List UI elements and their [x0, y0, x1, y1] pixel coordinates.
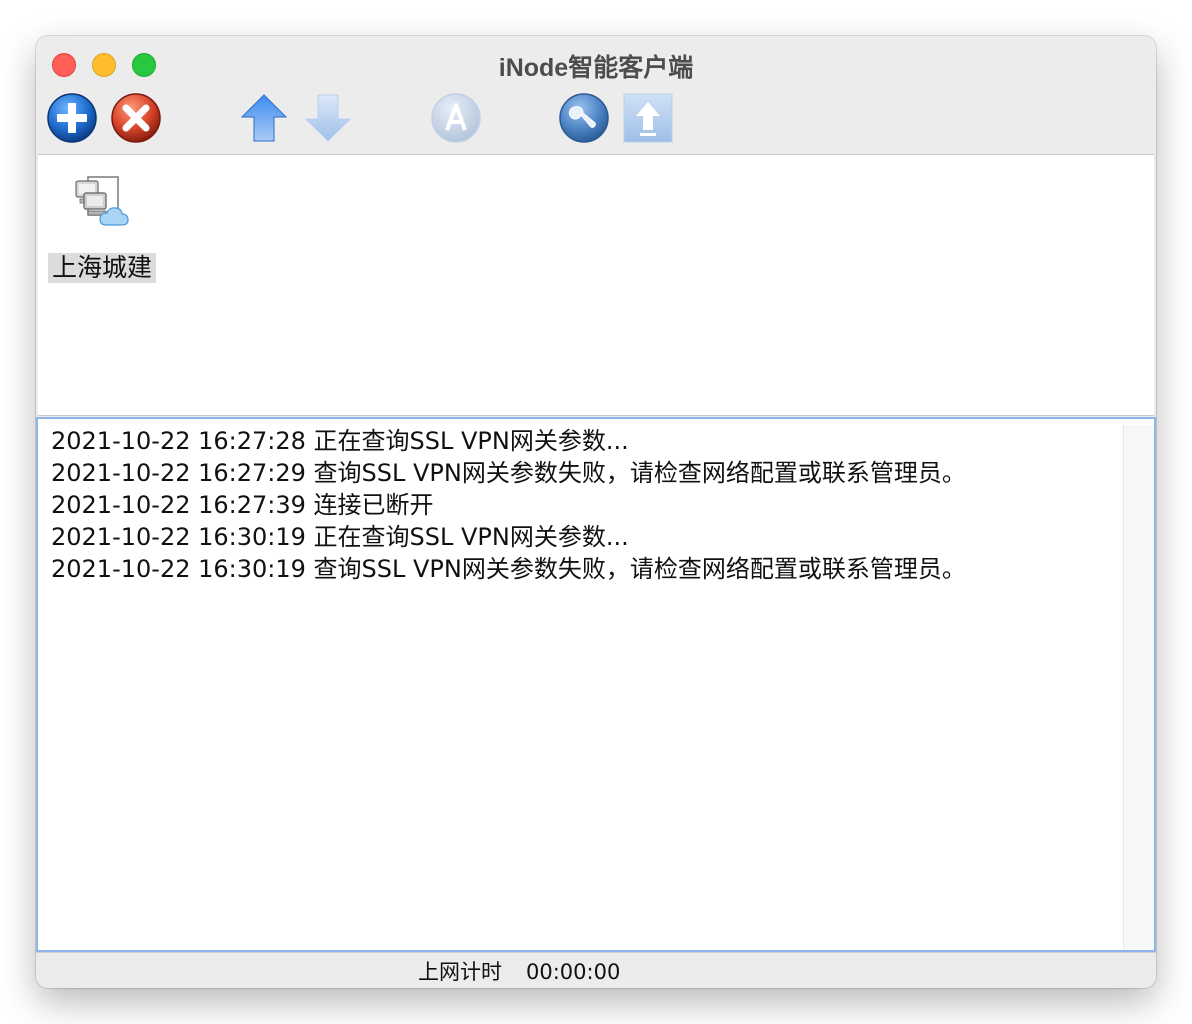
- network-computers-cloud-icon: [66, 167, 138, 239]
- connection-list: 上海城建: [38, 154, 1154, 416]
- online-timer: 上网计时 00:00:00: [418, 956, 620, 986]
- log-line: 2021-10-22 16:27:29 查询SSL VPN网关参数失败，请检查网…: [51, 459, 966, 487]
- connection-label[interactable]: 上海城建: [47, 253, 156, 283]
- auto-connect-button[interactable]: [430, 92, 482, 144]
- log-line: 2021-10-22 16:30:19 查询SSL VPN网关参数失败，请检查网…: [51, 555, 966, 583]
- add-connection-button[interactable]: [46, 92, 98, 144]
- plus-circle-icon: [47, 93, 97, 143]
- wrench-icon: [559, 93, 609, 143]
- arrow-up-icon: [240, 94, 288, 142]
- connection-item[interactable]: 上海城建: [44, 163, 160, 283]
- title-bar: iNode智能客户端: [36, 36, 1156, 92]
- arrow-down-icon: [304, 94, 352, 142]
- log-scrollbar[interactable]: [1123, 425, 1154, 950]
- window-title: iNode智能客户端: [498, 54, 694, 82]
- status-bar: 上网计时 00:00:00: [36, 952, 1156, 988]
- delete-x-icon: [111, 93, 161, 143]
- a-circle-icon: [431, 93, 481, 143]
- online-timer-label: 上网计时: [418, 960, 502, 984]
- log-panel: 2021-10-22 16:27:28 正在查询SSL VPN网关参数... 2…: [36, 417, 1156, 952]
- toolbar: [36, 90, 1156, 152]
- upload-button[interactable]: [622, 92, 674, 144]
- log-line: 2021-10-22 16:27:28 正在查询SSL VPN网关参数...: [51, 427, 629, 455]
- log-line: 2021-10-22 16:30:19 正在查询SSL VPN网关参数...: [51, 523, 629, 551]
- online-timer-value: 00:00:00: [526, 960, 621, 984]
- upload-arrow-icon: [623, 93, 673, 143]
- tools-button[interactable]: [558, 92, 610, 144]
- delete-connection-button[interactable]: [110, 92, 162, 144]
- log-line: 2021-10-22 16:27:39 连接已断开: [51, 491, 434, 519]
- inode-client-window: iNode智能客户端 上海城建 2021-10-22 16:27:28 正在查询…: [36, 36, 1156, 988]
- move-up-button[interactable]: [238, 92, 290, 144]
- move-down-button[interactable]: [302, 92, 354, 144]
- log-text-area: 2021-10-22 16:27:28 正在查询SSL VPN网关参数... 2…: [51, 425, 1114, 585]
